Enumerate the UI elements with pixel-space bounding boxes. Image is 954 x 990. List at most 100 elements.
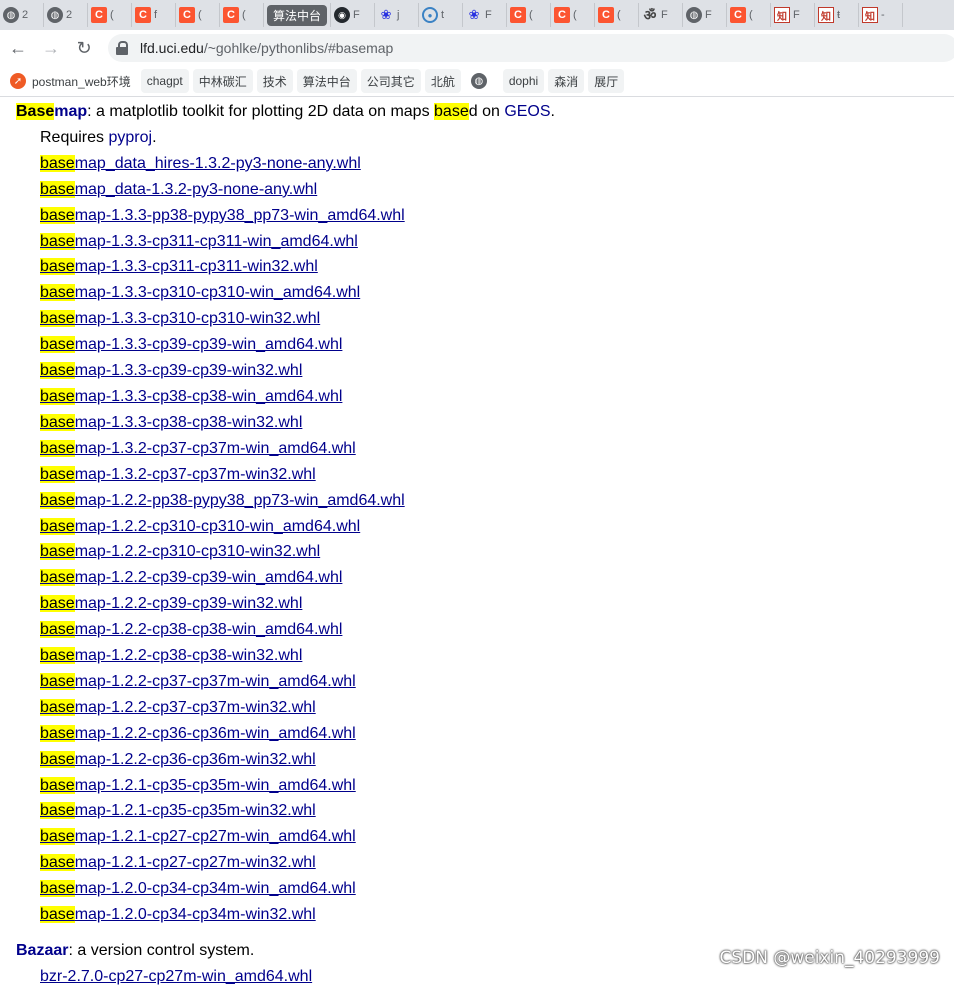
wheel-download-link[interactable]: basemap-1.2.2-cp38-cp38-win32.whl [40, 647, 302, 665]
search-highlight: base [40, 258, 75, 276]
browser-tab[interactable]: ◍ 2 [0, 3, 44, 27]
tab-title: - [881, 9, 885, 21]
wheel-download-link[interactable]: basemap-1.2.2-cp310-cp310-win32.whl [40, 543, 321, 561]
list-item: basemap-1.2.1-cp27-cp27m-win32.whl [40, 850, 946, 876]
lock-icon[interactable] [114, 40, 130, 56]
list-item: basemap-1.3.3-cp38-cp38-win_amd64.whl [40, 384, 946, 410]
file-name-rest: map-1.2.1-cp35-cp35m-win32.whl [74, 802, 316, 820]
url-path: /~gohlke/pythonlibs/#basemap [203, 40, 394, 56]
wheel-download-link[interactable]: basemap-1.3.2-cp37-cp37m-win32.whl [40, 465, 316, 483]
browser-tab[interactable]: 算法中台 [264, 3, 332, 27]
wheel-download-link[interactable]: basemap-1.2.2-pp38-pypy38_pp73-win_amd64… [40, 491, 405, 509]
bookmark-item[interactable]: chagpt [140, 69, 189, 93]
wheel-download-link[interactable]: basemap_data-1.3.2-py3-none-any.whl [40, 180, 317, 198]
wheel-download-link[interactable]: basemap-1.2.1-cp35-cp35m-win_amd64.whl [40, 776, 356, 794]
browser-tab[interactable]: ● t [419, 3, 464, 27]
browser-tab[interactable]: C( [727, 3, 772, 27]
browser-tab[interactable]: ❀ F [463, 3, 508, 27]
bookmark-item[interactable]: ➚ postman_web环境 [4, 69, 137, 93]
pyproj-link[interactable]: pyproj [108, 129, 152, 146]
wheel-download-link[interactable]: basemap-1.2.2-cp38-cp38-win_amd64.whl [40, 621, 342, 639]
wheel-download-link[interactable]: basemap-1.2.2-cp36-cp36m-win_amd64.whl [40, 724, 356, 742]
bazaar-anchor[interactable]: Bazaar [16, 942, 68, 959]
tab-title: F [353, 9, 360, 21]
wheel-download-link[interactable]: basemap-1.2.1-cp27-cp27m-win32.whl [40, 854, 316, 872]
requires-end: . [152, 128, 157, 146]
wheel-download-link[interactable]: bzr-2.7.0-cp27-cp27m-win_amd64.whl [40, 968, 312, 985]
wheel-download-link[interactable]: basemap-1.3.3-cp310-cp310-win32.whl [40, 310, 320, 328]
tab-title: ( [529, 9, 533, 21]
baidu-icon: ❀ [468, 7, 480, 22]
search-highlight: base [40, 828, 75, 846]
browser-tab[interactable]: ◍ F [683, 3, 728, 27]
wheel-download-link[interactable]: basemap-1.2.0-cp34-cp34m-win_amd64.whl [40, 880, 356, 898]
search-highlight: base [434, 103, 469, 120]
search-highlight: base [40, 776, 75, 794]
wheel-download-link[interactable]: basemap-1.2.1-cp35-cp35m-win32.whl [40, 802, 316, 820]
file-name-rest: map-1.2.2-cp310-cp310-win32.whl [74, 543, 321, 561]
wheel-download-link[interactable]: basemap_data_hires-1.3.2-py3-none-any.wh… [40, 154, 361, 172]
tab-group-label[interactable]: 算法中台 [267, 4, 328, 26]
forward-button[interactable]: → [36, 33, 66, 63]
tab-title: F [705, 9, 712, 21]
browser-tab[interactable]: ❀ j [375, 3, 420, 27]
list-item: basemap-1.2.2-cp37-cp37m-win32.whl [40, 695, 946, 721]
bookmark-item[interactable]: dophi [502, 69, 545, 93]
wheel-download-link[interactable]: basemap-1.3.3-cp39-cp39-win_amd64.whl [40, 336, 342, 354]
list-item: basemap-1.3.3-cp311-cp311-win_amd64.whl [40, 229, 946, 255]
browser-tab[interactable]: Cf [132, 3, 176, 27]
basemap-anchor[interactable]: Basemap [16, 103, 87, 120]
wheel-download-link[interactable]: basemap-1.2.2-cp39-cp39-win32.whl [40, 595, 302, 613]
wheel-download-link[interactable]: basemap-1.3.3-cp39-cp39-win32.whl [40, 362, 302, 380]
bookmark-item[interactable]: 北航 [424, 69, 461, 93]
browser-tab[interactable]: 知F [771, 3, 816, 27]
browser-tab[interactable]: C( [507, 3, 552, 27]
bookmark-item[interactable]: 公司其它 [360, 69, 421, 93]
wheel-download-link[interactable]: basemap-1.2.1-cp27-cp27m-win_amd64.whl [40, 828, 356, 846]
browser-tab[interactable]: C( [551, 3, 596, 27]
wheel-download-link[interactable]: basemap-1.3.2-cp37-cp37m-win_amd64.whl [40, 439, 356, 457]
browser-tab[interactable]: C( [88, 3, 132, 27]
search-highlight: base [40, 698, 75, 716]
wheel-download-link[interactable]: basemap-1.2.2-cp36-cp36m-win32.whl [40, 750, 316, 768]
browser-tab[interactable]: C( [220, 3, 264, 27]
browser-tab[interactable]: ◍ 2 [44, 3, 88, 27]
browser-tab[interactable]: C( [595, 3, 640, 27]
browser-toolbar: ← → ↻ lfd.uci.edu/~gohlke/pythonlibs/#ba… [0, 30, 954, 66]
browser-tab[interactable]: 知ŧ [815, 3, 860, 27]
address-bar[interactable]: lfd.uci.edu/~gohlke/pythonlibs/#basemap [108, 34, 954, 62]
browser-tab[interactable]: ॐF [639, 3, 684, 27]
wheel-download-link[interactable]: basemap-1.3.3-cp38-cp38-win32.whl [40, 413, 302, 431]
bookmark-item[interactable]: 技术 [256, 69, 293, 93]
wheel-download-link[interactable]: basemap-1.3.3-cp310-cp310-win_amd64.whl [40, 284, 360, 302]
url-text[interactable]: lfd.uci.edu/~gohlke/pythonlibs/#basemap [140, 40, 393, 56]
wheel-download-link[interactable]: basemap-1.2.0-cp34-cp34m-win32.whl [40, 906, 316, 924]
wheel-download-link[interactable]: basemap-1.2.2-cp37-cp37m-win32.whl [40, 698, 316, 716]
circle-icon: ● [422, 7, 439, 23]
csdn-icon: C [91, 7, 107, 23]
wheel-download-link[interactable]: basemap-1.3.3-cp311-cp311-win_amd64.whl [40, 232, 358, 250]
back-button[interactable]: ← [3, 33, 33, 63]
bookmark-item[interactable]: 算法中台 [296, 69, 357, 93]
bookmark-label: 公司其它 [366, 74, 415, 89]
tab-title: f [154, 9, 158, 21]
csdn-icon: C [179, 7, 195, 23]
wheel-download-link[interactable]: basemap-1.2.2-cp39-cp39-win_amd64.whl [40, 569, 342, 587]
file-name-rest: map-1.3.3-pp38-pypy38_pp73-win_amd64.whl [74, 206, 405, 224]
basemap-description-end: . [550, 103, 555, 120]
geos-link[interactable]: GEOS [504, 103, 550, 120]
reload-button[interactable]: ↻ [69, 33, 99, 63]
browser-tab[interactable]: C( [176, 3, 220, 27]
csdn-icon: C [510, 7, 527, 23]
wheel-download-link[interactable]: basemap-1.3.3-pp38-pypy38_pp73-win_amd64… [40, 206, 405, 224]
browser-tab[interactable]: ◉ F [331, 3, 376, 27]
bookmark-item[interactable]: ◍ [465, 69, 499, 93]
bookmark-item[interactable]: 展厅 [588, 69, 625, 93]
bookmark-item[interactable]: 森消 [548, 69, 585, 93]
wheel-download-link[interactable]: basemap-1.2.2-cp37-cp37m-win_amd64.whl [40, 672, 356, 690]
wheel-download-link[interactable]: basemap-1.2.2-cp310-cp310-win_amd64.whl [40, 517, 360, 535]
wheel-download-link[interactable]: basemap-1.3.3-cp38-cp38-win_amd64.whl [40, 387, 342, 405]
bookmark-item[interactable]: 中林碳汇 [192, 69, 253, 93]
browser-tab[interactable]: 知- [859, 3, 904, 27]
wheel-download-link[interactable]: basemap-1.3.3-cp311-cp311-win32.whl [40, 258, 318, 276]
